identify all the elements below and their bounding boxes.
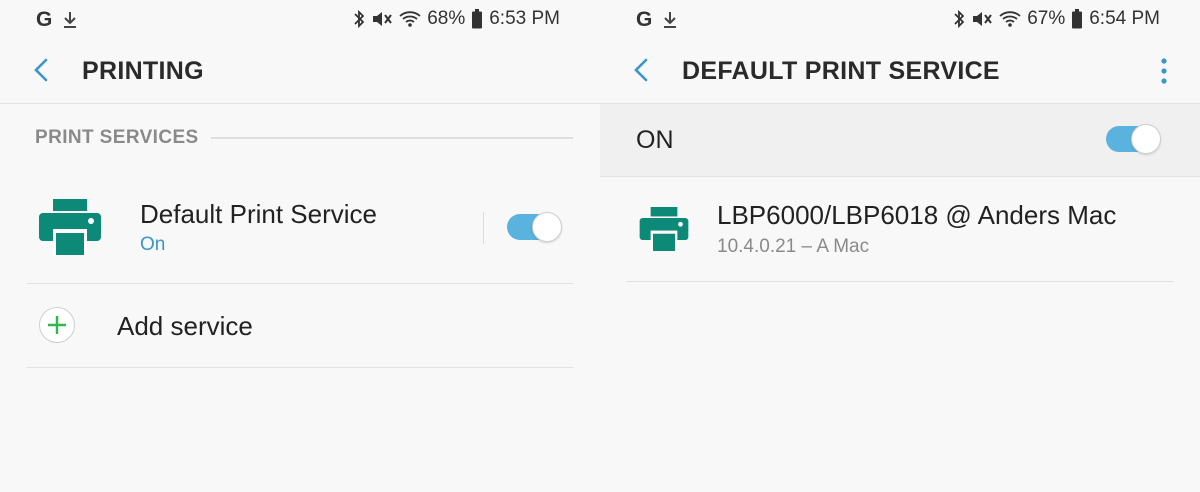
- mute-icon: [971, 9, 993, 29]
- clock: 6:54 PM: [1089, 8, 1160, 29]
- default-print-service-screen: G 67% 6:54 PM DEFAULT PRINT SERVICE ON L…: [600, 0, 1200, 492]
- printer-address: 10.4.0.21 – A Mac: [717, 236, 870, 257]
- battery-icon: [1071, 9, 1083, 29]
- bluetooth-icon: [953, 9, 965, 29]
- download-icon: [62, 11, 78, 29]
- printer-icon: [639, 207, 689, 256]
- plus-icon: [39, 307, 75, 343]
- more-vert-icon[interactable]: [1158, 56, 1170, 86]
- battery-percent: 68%: [427, 8, 466, 29]
- section-header: PRINT SERVICES: [35, 125, 573, 151]
- service-toggle[interactable]: [507, 212, 562, 242]
- download-icon: [662, 11, 678, 29]
- battery-percent: 67%: [1027, 8, 1066, 29]
- back-arrow-icon[interactable]: [630, 56, 654, 84]
- app-bar: PRINTING: [0, 40, 600, 104]
- printing-screen: G 68% 6:53 PM PRINTING PRINT SERVICES De…: [0, 0, 600, 492]
- service-name: Default Print Service: [140, 199, 377, 229]
- printer-name: LBP6000/LBP6018 @ Anders Mac: [717, 200, 1117, 230]
- back-arrow-icon[interactable]: [30, 56, 54, 84]
- printer-icon: [39, 199, 101, 260]
- master-switch-bar[interactable]: ON: [600, 104, 1200, 177]
- page-title: DEFAULT PRINT SERVICE: [682, 57, 1000, 85]
- wifi-icon: [399, 10, 421, 28]
- section-divider: [210, 137, 573, 139]
- google-icon: G: [636, 8, 653, 31]
- master-switch-label: ON: [636, 126, 674, 154]
- mute-icon: [371, 9, 393, 29]
- master-switch-toggle[interactable]: [1106, 124, 1161, 154]
- add-service-label: Add service: [117, 311, 253, 341]
- add-service-item[interactable]: Add service: [27, 284, 573, 368]
- section-label: PRINT SERVICES: [35, 127, 199, 148]
- battery-icon: [471, 9, 483, 29]
- app-bar: DEFAULT PRINT SERVICE: [600, 40, 1200, 104]
- print-service-item[interactable]: Default Print Service On: [27, 172, 573, 284]
- divider: [483, 212, 484, 244]
- bluetooth-icon: [353, 9, 365, 29]
- clock: 6:53 PM: [489, 8, 560, 29]
- status-bar: G 67% 6:54 PM: [600, 0, 1200, 38]
- google-icon: G: [36, 8, 53, 31]
- status-bar: G 68% 6:53 PM: [0, 0, 600, 38]
- printer-item[interactable]: LBP6000/LBP6018 @ Anders Mac 10.4.0.21 –…: [627, 177, 1173, 282]
- page-title: PRINTING: [82, 57, 204, 85]
- wifi-icon: [999, 10, 1021, 28]
- service-status: On: [140, 234, 166, 255]
